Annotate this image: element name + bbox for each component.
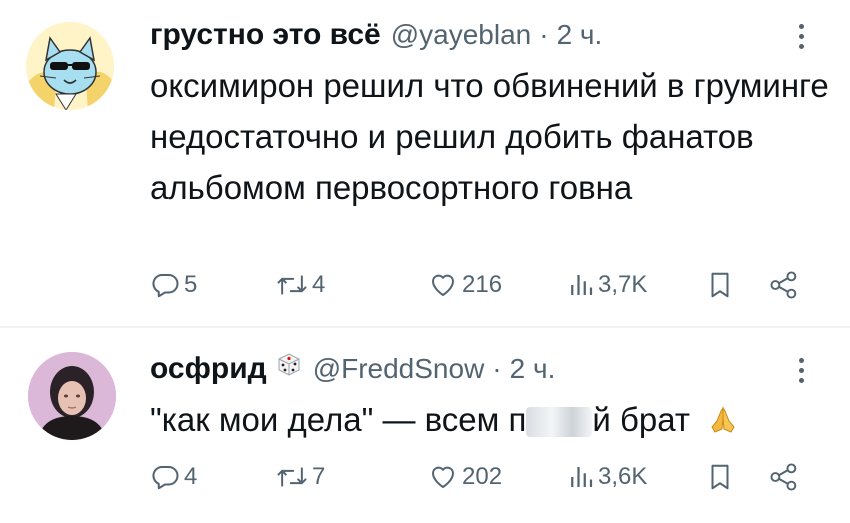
heart-icon [432, 274, 454, 296]
like-button[interactable]: 202 [428, 462, 502, 492]
views-icon [571, 467, 593, 487]
retweet-count: 7 [312, 463, 326, 490]
retweet-count: 4 [312, 271, 326, 298]
author-handle[interactable]: @FreddSnow [313, 353, 485, 385]
share-button[interactable] [768, 270, 800, 300]
retweet-icon [277, 275, 307, 295]
separator-dot: · [539, 19, 549, 50]
praying-hands-icon [711, 406, 735, 433]
obscured-text [526, 407, 593, 437]
tweet-text: "как мои дела" — всем п й брат [150, 394, 830, 445]
separator-dot: · [492, 353, 502, 384]
timestamp[interactable]: 2 ч. [510, 353, 556, 385]
tweet-text-before: "как мои дела" — всем п [150, 401, 527, 438]
heart-icon [432, 466, 454, 488]
bookmark-icon [711, 272, 729, 298]
views-count: 3,6K [598, 463, 648, 490]
retweet-button[interactable]: 4 [276, 270, 325, 300]
tweet[interactable]: осфрид @FreddSnow · 2 ч. "как мои дела" … [0, 328, 850, 523]
retweet-button[interactable]: 7 [276, 462, 325, 492]
author-name[interactable]: грустно это всё [150, 18, 381, 52]
bookmark-button[interactable] [706, 270, 734, 300]
reply-icon [152, 466, 179, 490]
like-button[interactable]: 216 [428, 270, 502, 300]
tweet-header: осфрид @FreddSnow · 2 ч. [150, 350, 555, 386]
tweet-header: грустно это всё @yayeblan · 2 ч. [150, 18, 602, 52]
bookmark-button[interactable] [706, 462, 734, 492]
share-icon [770, 271, 797, 299]
reply-icon [152, 274, 179, 298]
views-count: 3,7K [598, 271, 648, 298]
share-icon [770, 463, 797, 491]
like-count: 202 [462, 463, 503, 490]
views-button[interactable]: 3,7K [568, 270, 647, 300]
avatar[interactable] [28, 352, 116, 440]
views-icon [571, 275, 593, 295]
dice-icon [278, 353, 300, 376]
views-button[interactable]: 3,6K [568, 462, 647, 492]
avatar[interactable] [26, 22, 114, 110]
share-button[interactable] [768, 462, 800, 492]
timestamp[interactable]: 2 ч. [557, 19, 603, 51]
like-count: 216 [462, 271, 503, 298]
reply-button[interactable]: 5 [150, 270, 197, 300]
person-avatar-icon [28, 352, 116, 440]
tweet[interactable]: грустно это всё @yayeblan · 2 ч. оксимир… [0, 0, 850, 327]
reply-count: 5 [184, 271, 198, 298]
bookmark-icon [711, 464, 729, 490]
tweet-text: оксимирон решил что обвинений в груминге… [150, 67, 829, 206]
tweet-text-after: й брат [592, 401, 690, 438]
retweet-icon [277, 467, 307, 487]
more-icon[interactable] [786, 352, 816, 388]
author-name[interactable]: осфрид [150, 352, 267, 386]
action-bar: 5 4 216 3,7K [150, 270, 810, 310]
reply-count: 4 [184, 463, 198, 490]
author-handle[interactable]: @yayeblan [391, 19, 532, 51]
more-icon[interactable] [786, 18, 816, 54]
reply-button[interactable]: 4 [150, 462, 197, 492]
action-bar: 4 7 202 3,6K [150, 462, 810, 502]
cat-avatar-icon [26, 22, 114, 110]
